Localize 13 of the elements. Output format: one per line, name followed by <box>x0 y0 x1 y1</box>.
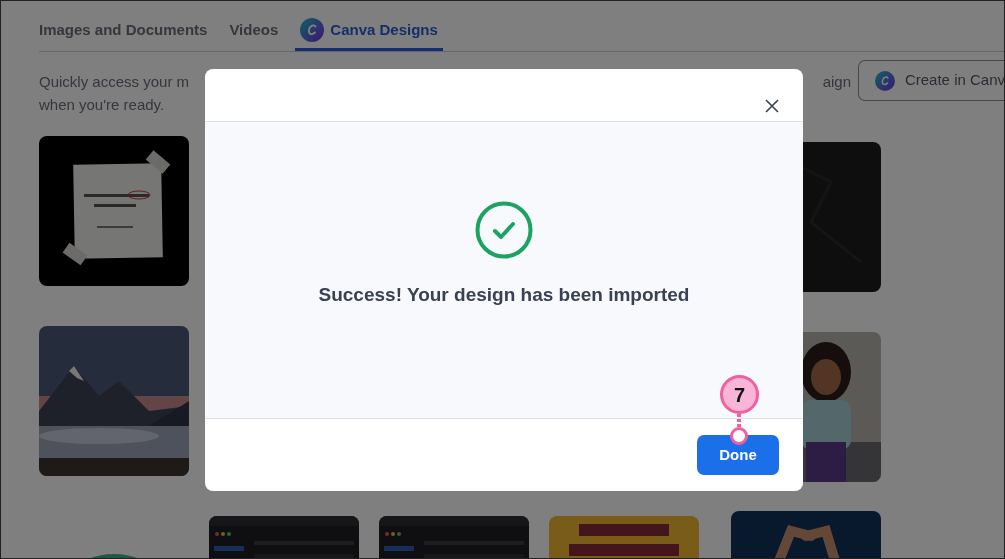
leader-line <box>737 414 741 428</box>
check-icon <box>475 201 533 259</box>
logo-icon <box>300 18 325 42</box>
description-text: when you're ready. <box>39 95 165 115</box>
description-text: Quickly access your m <box>39 72 190 92</box>
create-button[interactable]: Create in Canv <box>858 60 1005 101</box>
tab[interactable]: Videos <box>224 14 284 51</box>
success-message: Success! Your design has been imported <box>318 283 690 307</box>
close-icon[interactable] <box>765 99 779 113</box>
done-button[interactable]: Done <box>697 435 779 475</box>
tab[interactable]: Canva Designs <box>295 14 443 51</box>
tab[interactable]: Images and Documents <box>39 14 213 51</box>
description-text: aign <box>822 72 851 92</box>
